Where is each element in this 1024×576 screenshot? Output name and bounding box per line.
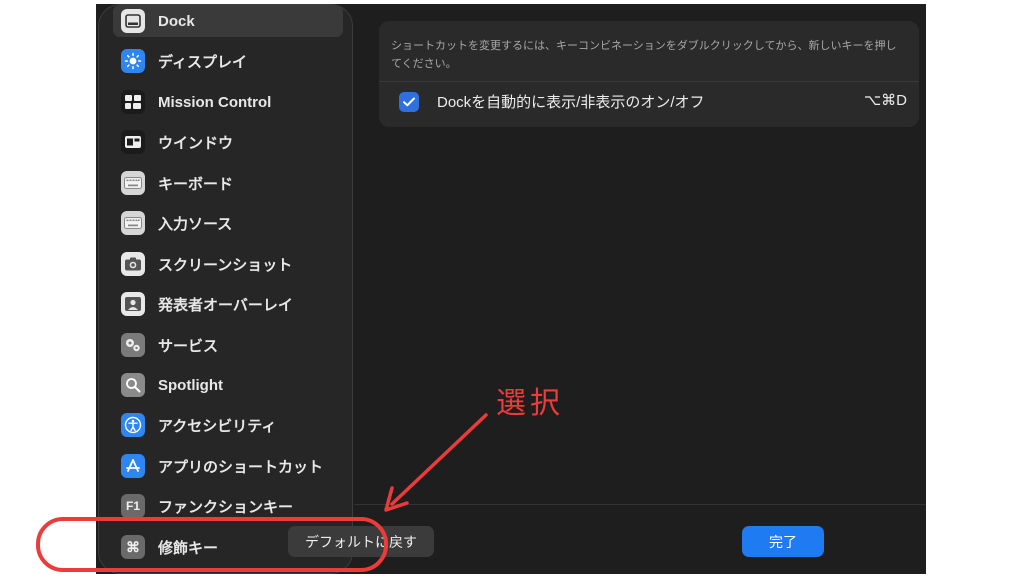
- annotation-arrow-line: [390, 413, 488, 506]
- annotation-highlight-ellipse: [36, 517, 388, 572]
- annotation-label: 選択: [496, 386, 564, 421]
- annotation-overlay: [36, 413, 488, 572]
